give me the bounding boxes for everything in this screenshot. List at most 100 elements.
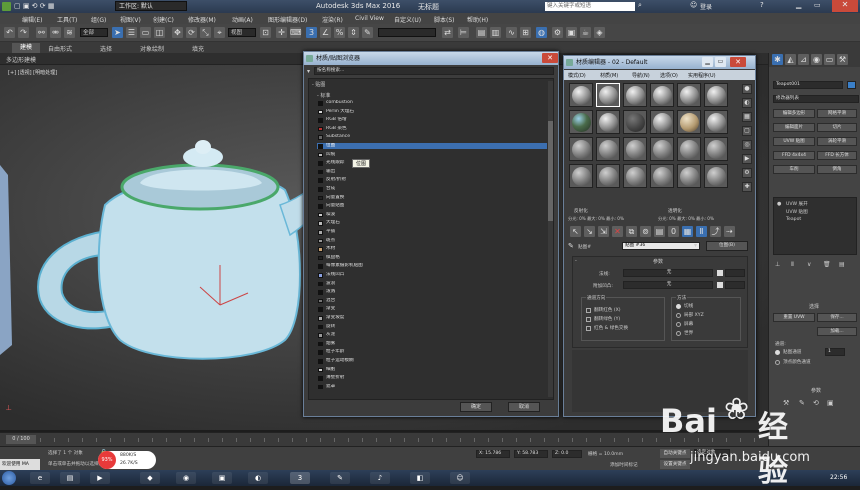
menu-civil-view[interactable]: Civil View [355, 15, 384, 22]
taskbar-app2-icon[interactable]: ◉ [176, 472, 196, 484]
put-to-scene-icon[interactable]: ↘ [584, 226, 595, 237]
map-list-item[interactable]: 大理石 [317, 220, 547, 228]
ref-coord-dropdown[interactable]: 视图 [228, 28, 256, 37]
map-list-item[interactable]: combustion [317, 100, 547, 107]
uv-tiling-icon[interactable]: ▢ [742, 126, 752, 136]
window-crossing-icon[interactable]: ◫ [154, 27, 165, 38]
add-time-tag[interactable]: 添加时间标记 [610, 462, 638, 468]
render-icon[interactable]: ☕ [580, 27, 591, 38]
background-icon[interactable]: ▦ [742, 112, 752, 122]
search-input[interactable]: 键入关键字或短语 [545, 2, 635, 11]
sample-slot-13[interactable] [569, 137, 593, 161]
ffd-444-button[interactable]: FFD 4x4x4 [773, 151, 815, 160]
welcome-maxscript[interactable]: 欢迎使用 MA [0, 459, 40, 470]
curve-editor-icon[interactable]: ∿ [506, 27, 517, 38]
map-list-item[interactable]: 平铺 [317, 229, 547, 236]
sample-slot-19[interactable] [569, 164, 593, 188]
map-list-item[interactable]: 每像素摄影机贴图 [317, 263, 547, 271]
ribbon-toggle-icon[interactable]: ▥ [490, 27, 501, 38]
bevel-button[interactable]: 倒角 [817, 165, 857, 174]
taskbar-app3-icon[interactable]: ▣ [212, 472, 232, 484]
selection-rollout-title[interactable]: 选择 [809, 303, 819, 310]
named-selection-field[interactable] [378, 28, 436, 37]
turbosmooth-button[interactable]: 涡轮平滑 [817, 137, 857, 146]
map-list-item[interactable]: 反射/折射 [317, 177, 547, 185]
bump-amount-spinner[interactable] [725, 281, 745, 289]
map-list-item[interactable]: 向量置换 [317, 195, 547, 202]
sample-slot-16[interactable] [650, 137, 674, 161]
motion-tab-icon[interactable]: ◉ [811, 54, 822, 65]
selection-filter-dropdown[interactable]: 全部 [80, 28, 108, 37]
method-tangent-radio[interactable] [676, 304, 681, 309]
set-key-button[interactable]: 设置关键点 [660, 460, 690, 469]
unwrap-options-icon[interactable]: ⟲ [813, 399, 819, 407]
browser-scrollbar[interactable] [548, 81, 553, 397]
swap-rg-checkbox[interactable] [586, 326, 591, 331]
sample-slot-20[interactable] [596, 164, 620, 188]
map-list-item[interactable]: 旋转 [317, 324, 547, 331]
pick-material-icon[interactable]: ✎ [568, 242, 574, 250]
menu-graph-editors[interactable]: 图形编辑器(D) [268, 15, 307, 24]
sample-slot-21[interactable] [623, 164, 647, 188]
vertex-color-radio[interactable] [775, 360, 780, 365]
edit-patch-button[interactable]: 编辑面片 [773, 123, 815, 132]
ribbon-sub-label[interactable]: 多边形建模 [6, 55, 36, 64]
map-list-item[interactable]: 遮罩 [317, 384, 547, 391]
map-list-item[interactable]: 混合 [317, 298, 547, 305]
material-id-icon[interactable]: 0 [668, 226, 679, 237]
select-by-material-icon[interactable]: ✚ [742, 182, 752, 192]
editor-menu-utilities[interactable]: 实用程序(U) [688, 72, 716, 79]
section-standard-header[interactable]: - 标准 [317, 92, 330, 99]
browser-list-panel[interactable]: - 贴图 - 标准 combustion Perlin 大理石 RGB 倍增 RGB … [308, 78, 554, 400]
coord-y[interactable]: Y: 58.783 [514, 450, 548, 458]
ok-button[interactable]: 确定 [460, 402, 492, 412]
material-editor-icon[interactable]: ◍ [536, 27, 547, 38]
get-material-icon[interactable]: ↖ [570, 226, 581, 237]
taskbar-ie-icon[interactable]: e [30, 472, 50, 484]
cancel-button[interactable]: 取消 [508, 402, 540, 412]
material-editor[interactable]: 材质编辑器 - 02 - Default ▁ ▭ ✕ 模式(D) 材质(M) 导… [563, 55, 756, 417]
taskbar-app4-icon[interactable]: ◐ [248, 472, 268, 484]
menu-rendering[interactable]: 渲染(R) [322, 15, 343, 24]
map-list-item[interactable]: 灰泥 [317, 332, 547, 339]
menu-modifiers[interactable]: 修改器(M) [188, 15, 216, 24]
browser-scroll-thumb[interactable] [548, 121, 553, 221]
user-icon[interactable]: ☺ [690, 1, 697, 9]
named-selection-icon[interactable]: ✎ [362, 27, 373, 38]
meshsmooth-button[interactable]: 网格平滑 [817, 109, 857, 118]
make-unique-icon[interactable]: ⊚ [640, 226, 651, 237]
coord-x[interactable]: X: 15.786 [476, 450, 510, 458]
unwrap-help-icon[interactable]: ▣ [827, 399, 834, 407]
scale-icon[interactable]: ⤡ [200, 27, 211, 38]
timeline[interactable]: 0 / 100 [0, 432, 768, 446]
map-list-item[interactable]: 噪波 [317, 212, 547, 219]
login-link[interactable]: 登录 [700, 2, 712, 11]
taskbar-app5-icon[interactable]: ✎ [330, 472, 350, 484]
go-to-parent-icon[interactable]: ⤴ [710, 226, 721, 237]
layer-icon[interactable]: ▤ [476, 27, 487, 38]
render-production-icon[interactable]: ◈ [594, 27, 605, 38]
map-list-item[interactable]: Perlin 大理石 [317, 109, 547, 116]
map-list-item[interactable]: 斑点 [317, 238, 547, 245]
stack-item-uvw-map[interactable]: UVW 贴图 [786, 209, 808, 215]
spinner-snap-icon[interactable]: ⇕ [348, 27, 359, 38]
map-name-dropdown-arrow[interactable]: ▾ [694, 242, 697, 249]
align-icon[interactable]: ⊨ [458, 27, 469, 38]
normal-map-button[interactable]: 无 [623, 269, 713, 277]
sample-slot-22[interactable] [650, 164, 674, 188]
remove-modifier-icon[interactable]: 🗑 [823, 261, 831, 268]
sample-slot-4[interactable] [650, 83, 674, 107]
ribbon-tab-populate[interactable]: 填充 [192, 44, 204, 53]
select-manipulate-icon[interactable]: ✛ [276, 27, 287, 38]
undo-icon[interactable]: ↶ [4, 27, 15, 38]
options-icon[interactable]: ⚙ [742, 168, 752, 178]
map-list-item[interactable]: RGB 倍增 [317, 117, 547, 124]
angle-snap-icon[interactable]: ∠ [320, 27, 331, 38]
normal-amount-spinner[interactable] [725, 269, 745, 277]
map-list-item[interactable]: 渐变 [317, 306, 547, 314]
editor-menu-mode[interactable]: 模式(D) [568, 72, 586, 79]
network-monitor-widget[interactable]: 93% 880K/S 26.7K/S [98, 451, 156, 469]
map-list-item[interactable]: 合成 [317, 186, 547, 193]
stack-bulb-icon[interactable]: ● [777, 201, 781, 207]
browser-search-input[interactable]: 按名称搜索... [314, 67, 554, 75]
